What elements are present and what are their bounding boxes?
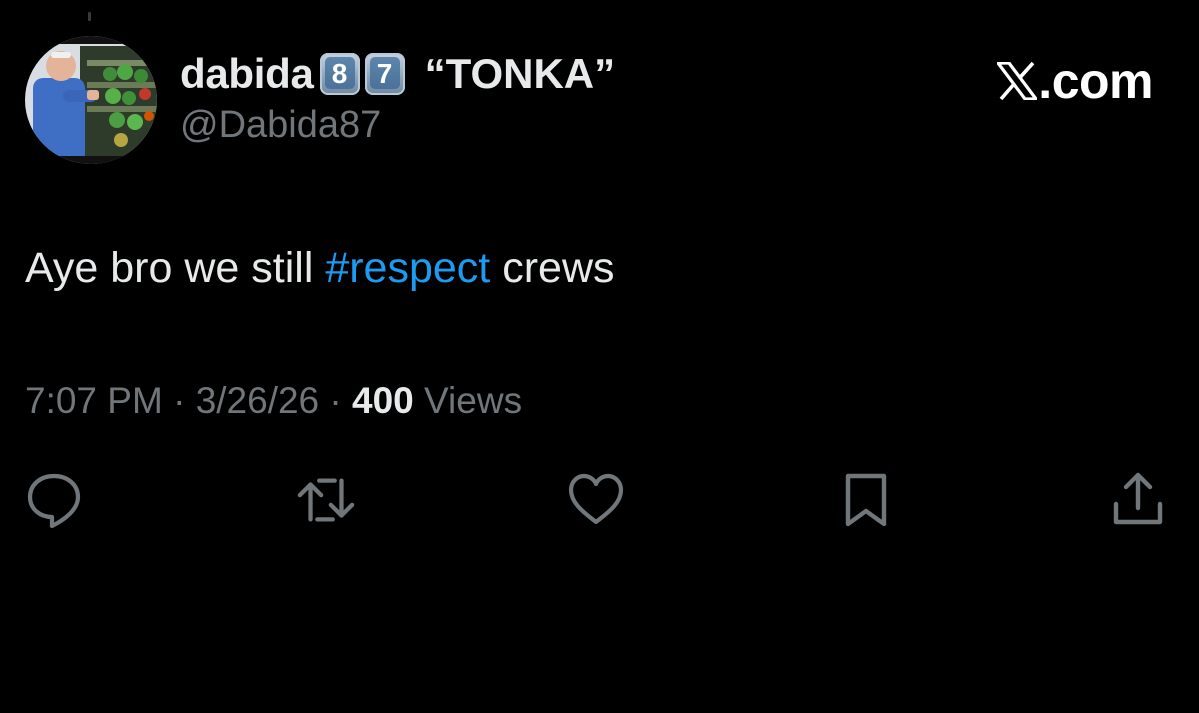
x-com-brand: .com xyxy=(997,52,1153,110)
avatar[interactable] xyxy=(25,36,157,164)
brand-domain-text: .com xyxy=(1038,53,1153,109)
reply-button[interactable] xyxy=(24,470,84,530)
share-icon xyxy=(1113,472,1163,525)
tweet-text: Aye bro we still #respect crews xyxy=(25,244,615,293)
views-count: 400 xyxy=(352,380,414,421)
bookmark-icon xyxy=(845,473,887,527)
avatar-photo xyxy=(25,36,157,164)
hashtag-link[interactable]: #respect xyxy=(325,244,490,292)
tweet-actions-bar xyxy=(0,470,1199,530)
user-handle[interactable]: @Dabida87 xyxy=(180,104,381,147)
tweet-text-after: crews xyxy=(490,244,615,292)
tweet-text-before: Aye bro we still xyxy=(25,244,326,292)
keycap-digit-eight-emoji: 8 xyxy=(319,53,360,95)
share-button[interactable] xyxy=(1108,470,1168,530)
x-logo-icon xyxy=(997,62,1038,100)
reply-icon xyxy=(27,473,81,529)
retweet-button[interactable] xyxy=(296,470,356,530)
bookmark-button[interactable] xyxy=(836,470,896,530)
display-name-nickname[interactable]: “TONKA” xyxy=(425,50,616,98)
top-notch-marker xyxy=(88,12,91,21)
like-icon xyxy=(568,473,624,525)
retweet-icon xyxy=(297,478,355,522)
views-label: Views xyxy=(424,380,523,421)
like-button[interactable] xyxy=(566,470,626,530)
display-name[interactable]: dabida xyxy=(180,50,314,98)
tweet-date[interactable]: 3/26/26 xyxy=(196,380,319,421)
keycap-digit-seven-emoji: 7 xyxy=(364,53,405,95)
author-name-row[interactable]: dabida 8 7 “TONKA” xyxy=(180,48,615,100)
keycap-digit-label: 7 xyxy=(376,58,393,89)
meta-separator: · xyxy=(173,380,186,421)
tweet-time[interactable]: 7:07 PM xyxy=(25,380,163,421)
keycap-digit-label: 8 xyxy=(331,58,348,89)
tweet-meta: 7:07 PM · 3/26/26 · 400 Views xyxy=(25,380,522,422)
meta-separator: · xyxy=(329,380,342,421)
